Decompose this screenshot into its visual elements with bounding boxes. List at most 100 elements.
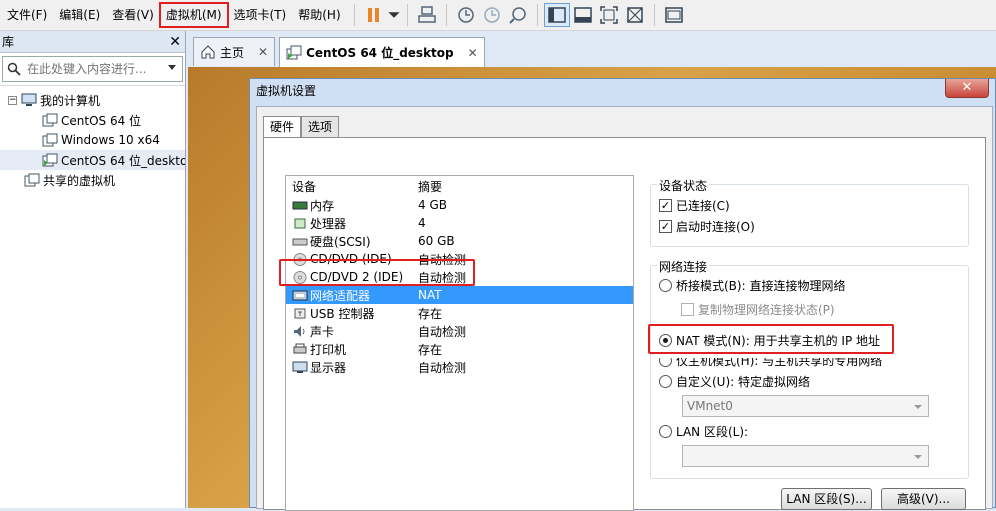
dialog-body: 硬件 选项 设备 摘要 内存 4 GB 处理器 4 硬盘(SCSI) 60 GB… [256,106,993,511]
tab-home[interactable]: 主页 ✕ [193,37,276,66]
revert-snapshot-icon[interactable] [479,3,505,27]
connect-at-power-on-checkbox[interactable]: ✓ 启动时连接(O) [659,218,755,235]
tree-item-shared-vms[interactable]: 共享的虚拟机 [0,170,185,190]
device-row-sound-card[interactable]: 声卡 自动检测 [286,322,633,340]
device-row-network-adapter[interactable]: 网络适配器 NAT [286,286,633,304]
close-icon[interactable]: ✕ [258,45,268,59]
radio-button[interactable] [659,425,672,438]
checkbox-checked[interactable]: ✓ [659,199,672,212]
vm-settings-dialog: 虚拟机设置 ✕ 硬件 选项 设备 摘要 内存 4 GB 处理器 4 硬盘(SCS… [249,78,996,511]
device-row-memory[interactable]: 内存 4 GB [286,196,633,214]
document-tabs: 主页 ✕ CentOS 64 位_desktop ✕ [193,37,489,67]
device-name: 内存 [310,198,335,213]
group-label: 设备状态 [657,177,710,194]
tree-item-vm[interactable]: CentOS 64 位_desktop [0,150,185,170]
library-tree: − 我的计算机 CentOS 64 位 Windows 10 x64 CentO… [0,85,185,190]
device-summary: 4 GB [418,198,447,212]
close-icon[interactable]: ✕ [468,46,478,60]
home-icon [201,45,215,59]
group-label: 网络连接 [657,258,710,275]
library-header: 库 ✕ [0,31,185,53]
device-name: 显示器 [310,360,347,375]
menu-view[interactable]: 查看(V) [107,4,159,26]
radio-label: 桥接模式(B): 直接连接物理网络 [676,279,846,293]
radio-button[interactable] [659,279,672,292]
toolbar-separator [353,4,355,26]
device-row-printer[interactable]: 打印机 存在 [286,340,633,358]
toolbar-separator [536,4,538,26]
chevron-down-icon [914,405,922,409]
lan-segments-button[interactable]: LAN 区段(S)... [781,488,872,510]
unity-icon[interactable] [622,3,648,27]
send-keys-icon[interactable] [414,3,440,27]
device-summary: 4 [418,216,426,230]
snapshot-manager-icon[interactable] [505,3,531,27]
checkbox-checked[interactable]: ✓ [659,220,672,233]
replicate-state-checkbox[interactable]: 复制物理网络连接状态(P) [681,301,835,318]
custom-network-select[interactable]: VMnet0 [682,395,929,417]
device-summary: 存在 [418,342,443,357]
usb-icon [294,308,306,318]
column-header-summary[interactable]: 摘要 [416,178,442,195]
close-icon[interactable]: ✕ [169,31,181,53]
chevron-down-icon[interactable] [387,3,401,27]
fullscreen-icon[interactable] [596,3,622,27]
checkbox-unchecked[interactable] [681,303,694,316]
tree-item-vm[interactable]: Windows 10 x64 [0,130,185,150]
sound-card-icon [294,325,305,337]
tab-hardware[interactable]: 硬件 [263,116,302,138]
device-row-display[interactable]: 显示器 自动检测 [286,358,633,376]
tree-label: CentOS 64 位_desktop [61,153,185,168]
menu-vm[interactable]: 虚拟机(M) [158,2,229,28]
hard-disk-icon [292,238,308,245]
lan-segment-select[interactable] [682,445,929,467]
thumbnail-view-icon[interactable] [661,3,687,27]
tree-label: 共享的虚拟机 [43,173,116,188]
pause-icon[interactable] [361,3,387,27]
custom-radio[interactable]: 自定义(U): 特定虚拟网络 [659,373,810,390]
device-name: 打印机 [310,342,347,357]
library-title: 库 [2,35,15,49]
tree-item-my-computer[interactable]: − 我的计算机 [0,90,185,110]
device-name: 声卡 [310,324,335,339]
device-list[interactable]: 设备 摘要 内存 4 GB 处理器 4 硬盘(SCSI) 60 GB CD/DV… [285,175,634,511]
bridged-radio[interactable]: 桥接模式(B): 直接连接物理网络 [659,277,845,294]
connected-checkbox[interactable]: ✓ 已连接(C) [659,197,730,214]
tab-options[interactable]: 选项 [301,116,340,137]
collapse-icon[interactable]: − [8,95,17,105]
device-row-usb[interactable]: USB 控制器 存在 [286,304,633,322]
console-view-icon[interactable] [570,3,596,27]
snapshot-icon[interactable] [453,3,479,27]
library-search[interactable] [2,56,183,82]
advanced-button[interactable]: 高级(V)... [881,488,966,510]
device-row-hard-disk[interactable]: 硬盘(SCSI) 60 GB [286,232,633,250]
tab-vm[interactable]: CentOS 64 位_desktop ✕ [279,37,485,67]
menu-tabs[interactable]: 选项卡(T) [229,4,292,26]
menu-help[interactable]: 帮助(H) [293,4,345,26]
close-button[interactable]: ✕ [945,79,989,98]
tree-item-vm[interactable]: CentOS 64 位 [0,110,185,130]
chevron-down-icon[interactable] [168,65,176,70]
computer-icon [21,93,37,106]
device-name: 网络适配器 [310,288,371,303]
display-icon [292,361,308,373]
radio-button[interactable] [659,375,672,388]
toolbar-separator [653,4,655,26]
search-input[interactable] [27,62,167,76]
menu-bar: 文件(F) 编辑(E) 查看(V) 虚拟机(M) 选项卡(T) 帮助(H) [0,0,996,31]
printer-icon [293,343,307,353]
device-row-processor[interactable]: 处理器 4 [286,214,633,232]
device-summary: 自动检测 [418,324,467,339]
column-header-device[interactable]: 设备 [286,178,416,195]
radio-label: 自定义(U): 特定虚拟网络 [676,375,811,389]
shared-vm-icon [24,173,40,187]
processor-icon [294,218,306,228]
vm-icon [42,133,58,147]
device-summary: 自动检测 [418,360,467,375]
menu-file[interactable]: 文件(F) [2,4,52,26]
library-view-icon[interactable] [543,3,570,27]
device-name: 处理器 [310,216,347,231]
lan-segment-radio[interactable]: LAN 区段(L): [659,423,748,440]
device-name: USB 控制器 [310,306,375,321]
menu-edit[interactable]: 编辑(E) [54,4,105,26]
